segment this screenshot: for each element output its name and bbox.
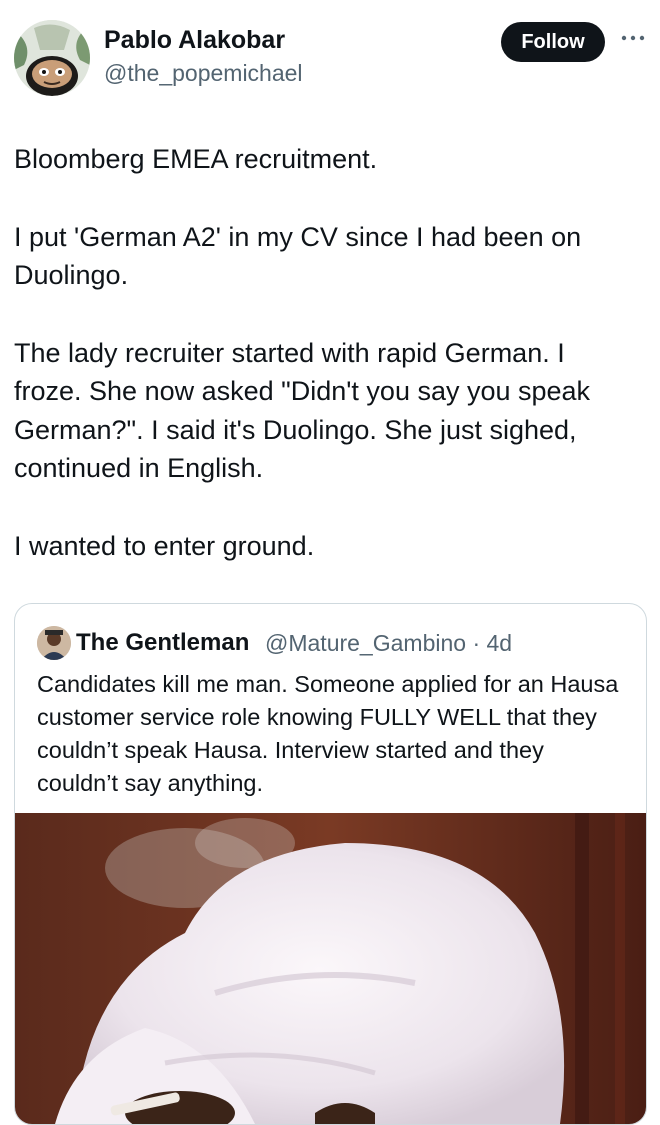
quoted-author-avatar[interactable] <box>37 626 71 660</box>
tweet-paragraph: I put 'German A2' in my CV since I had b… <box>14 221 582 291</box>
quoted-tweet-card[interactable]: The Gentleman @Mature_Gambino · 4d Candi… <box>14 603 647 1125</box>
author-avatar[interactable] <box>14 20 90 96</box>
author-name[interactable]: Pablo Alakobar <box>104 26 285 55</box>
follow-button[interactable]: Follow <box>501 22 605 62</box>
tweet-paragraph: I wanted to enter ground. <box>14 530 315 561</box>
quoted-meta: @Mature_Gambino · 4d <box>265 630 512 657</box>
tweet-header: Pablo Alakobar @the_popemichael Follow <box>0 0 660 110</box>
tweet-paragraph: Bloomberg EMEA recruitment. <box>14 144 378 174</box>
tweet-paragraph: The lady recruiter started with rapid Ge… <box>14 337 591 484</box>
author-handle[interactable]: @the_popemichael <box>104 60 303 87</box>
quoted-author-handle[interactable]: @Mature_Gambino <box>265 630 466 656</box>
quoted-media-image[interactable] <box>15 813 646 1124</box>
quoted-timestamp[interactable]: 4d <box>487 630 513 656</box>
more-horizontal-icon[interactable] <box>620 30 646 41</box>
tweet-body: Bloomberg EMEA recruitment. I put 'Germa… <box>14 140 639 604</box>
quoted-author-name[interactable]: The Gentleman <box>76 629 249 657</box>
quoted-tweet-text: Candidates kill me man. Someone applied … <box>37 671 619 796</box>
meta-separator: · <box>472 630 481 656</box>
